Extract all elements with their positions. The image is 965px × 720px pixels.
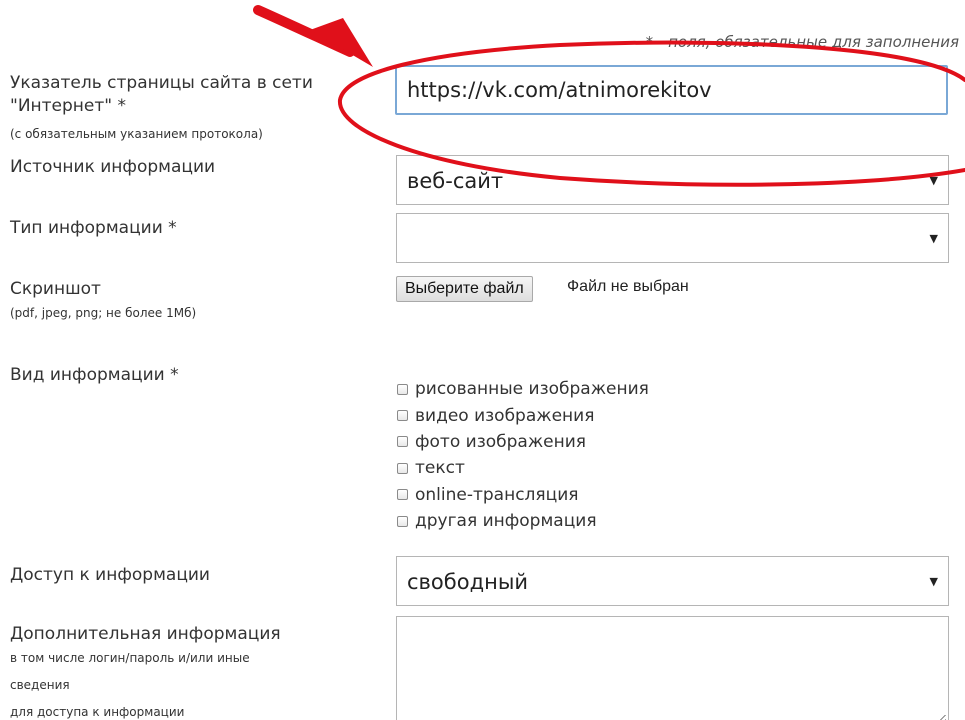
additional-info-textarea[interactable] [396,616,949,720]
info-kind-label: Вид информации * [10,365,179,385]
checkbox-video[interactable]: видео изображения [397,402,649,428]
screenshot-hint: (pdf, jpeg, png; не более 1Мб) [10,306,197,320]
info-type-label: Тип информации * [10,218,177,238]
url-label-line1: Указатель страницы сайта в сети [10,73,313,93]
additional-hint-line3: для доступа к информации [10,705,185,719]
chevron-down-icon: ▼ [929,174,938,187]
checkbox-icon[interactable] [397,462,408,474]
additional-hint-line1: в том числе логин/пароль и/или иные [10,651,250,665]
checkbox-icon[interactable] [397,436,408,448]
choose-file-button[interactable]: Выберите файл [396,276,533,302]
additional-label: Дополнительная информация [10,624,281,644]
checkbox-online-stream[interactable]: online-трансляция [397,482,649,508]
checkbox-label: online-трансляция [415,484,579,505]
url-hint: (с обязательным указанием протокола) [10,127,263,141]
checkbox-icon[interactable] [397,489,408,501]
access-label: Доступ к информации [10,565,210,585]
info-type-select[interactable]: ▼ [396,213,949,263]
chevron-down-icon: ▼ [929,232,938,245]
checkbox-label: рисованные изображения [415,379,649,400]
checkbox-text[interactable]: текст [397,455,649,481]
url-label: Указатель страницы сайта в сети "Интерне… [10,72,313,118]
checkbox-icon[interactable] [397,410,408,422]
chevron-down-icon: ▼ [929,575,938,588]
checkbox-label: фото изображения [415,431,586,452]
resize-grip-icon[interactable] [936,715,946,720]
url-label-line2: "Интернет" * [10,96,127,116]
required-fields-note: * - поля, обязательные для заполнения [645,33,959,51]
checkbox-label: другая информация [415,511,597,532]
access-select[interactable]: свободный ▼ [396,556,949,606]
checkbox-icon[interactable] [397,383,408,395]
checkbox-icon[interactable] [397,515,408,527]
checkbox-other[interactable]: другая информация [397,508,649,534]
additional-hint-line2: сведения [10,678,70,692]
url-input[interactable] [395,65,948,115]
checkbox-photo[interactable]: фото изображения [397,429,649,455]
source-label: Источник информации [10,157,216,177]
access-select-value: свободный [407,570,529,594]
complaint-form: * - поля, обязательные для заполнения Ук… [0,0,965,720]
screenshot-label: Скриншот [10,279,101,299]
checkbox-label: видео изображения [415,405,595,426]
source-select-value: веб-сайт [407,169,504,193]
info-kind-checkboxes: рисованные изображения видео изображения… [397,376,649,534]
checkbox-drawn-images[interactable]: рисованные изображения [397,376,649,402]
checkbox-label: текст [415,458,465,479]
source-select[interactable]: веб-сайт ▼ [396,155,949,205]
file-status: Файл не выбран [567,278,689,295]
arrow-icon [253,5,373,67]
